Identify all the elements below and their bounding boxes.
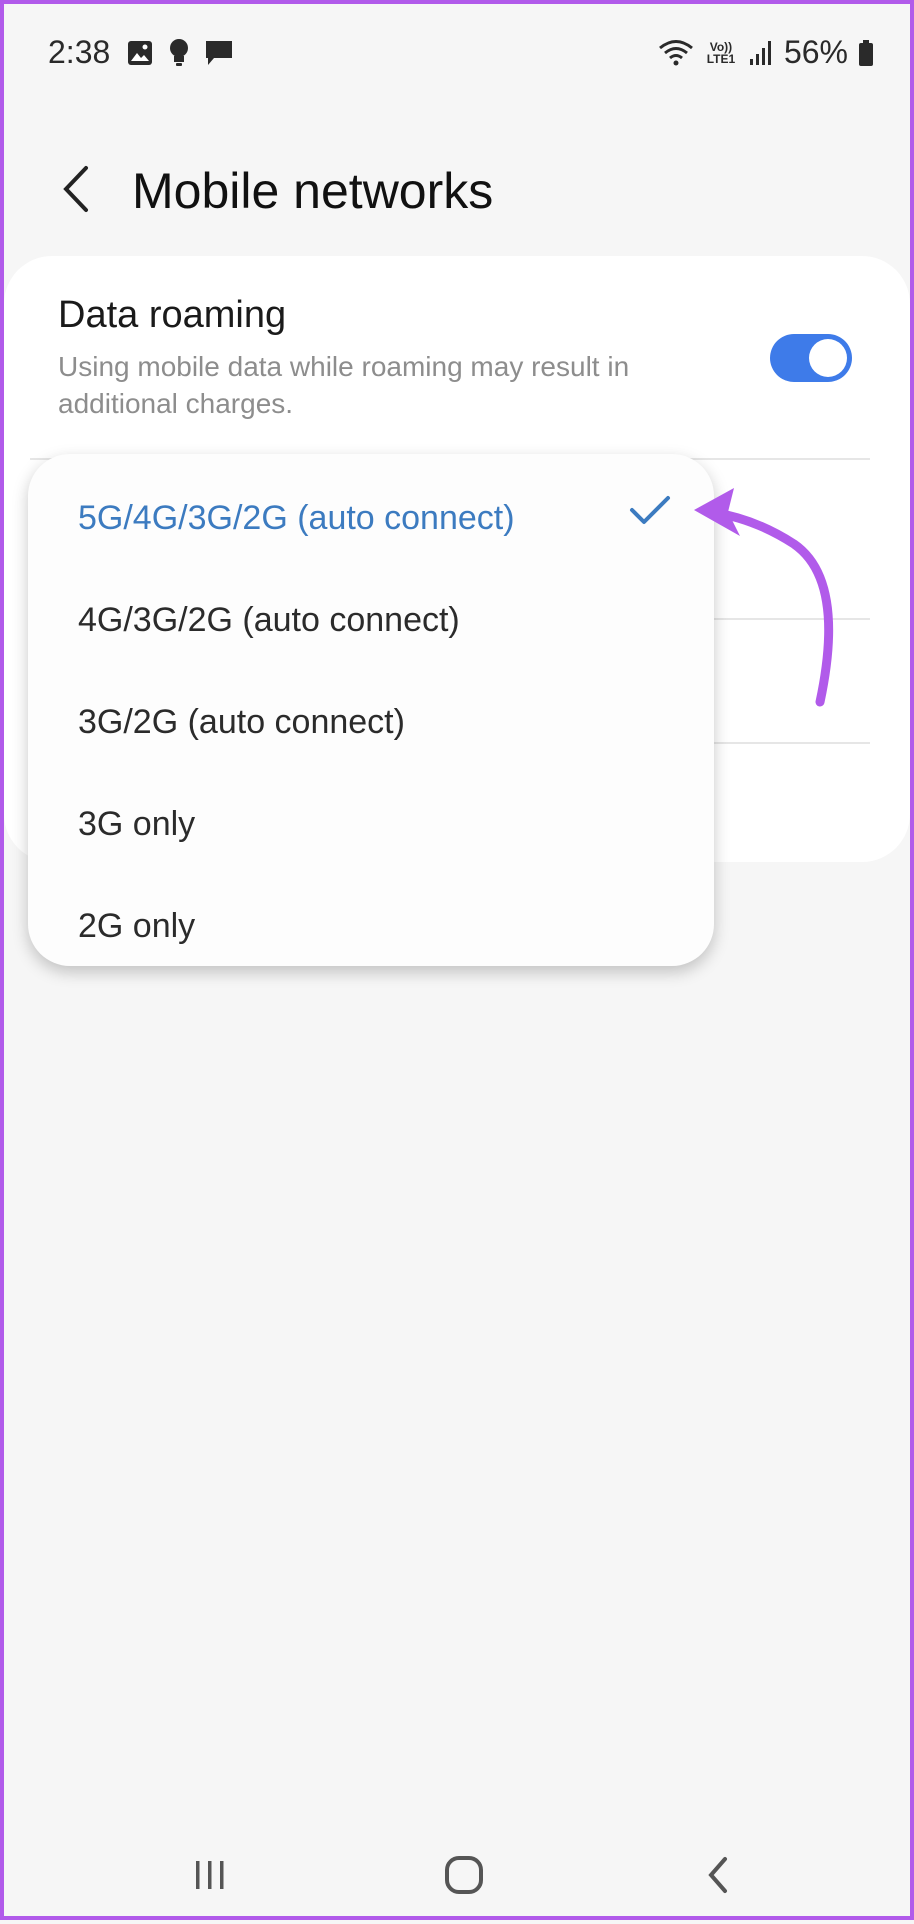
recent-apps-icon [196,1861,224,1889]
status-bar: 2:38 Vo)) LTE1 56% [4,4,910,104]
home-icon [445,1856,483,1894]
data-roaming-description: Using mobile data while roaming may resu… [58,351,630,419]
home-button[interactable] [434,1850,494,1900]
toggle-knob [809,339,847,377]
checkmark-icon [630,496,670,524]
page-title: Mobile networks [132,163,494,219]
battery-percentage: 56% [783,34,848,70]
notification-icons [126,38,234,68]
option-label: 4G/3G/2G (auto connect) [78,600,460,639]
network-mode-option[interactable]: 2G only [78,896,678,956]
lightbulb-icon [170,39,188,66]
navigation-bar [4,1824,910,1924]
option-label: 2G only [78,906,196,945]
back-arrow-icon[interactable] [54,164,98,214]
back-button[interactable] [688,1850,748,1900]
data-roaming-toggle[interactable] [770,334,852,382]
network-mode-option[interactable]: 3G/2G (auto connect) [78,692,678,752]
signal-icon [749,40,771,65]
back-icon [708,1857,727,1893]
network-mode-option[interactable]: 5G/4G/3G/2G (auto connect) [78,488,678,548]
recent-apps-button[interactable] [180,1850,240,1900]
network-mode-dropdown: 5G/4G/3G/2G (auto connect) 4G/3G/2G (aut… [28,454,714,966]
app-header: Mobile networks [4,144,910,234]
option-label: 5G/4G/3G/2G (auto connect) [78,498,515,537]
battery-icon [859,39,873,66]
volte-indicator: Vo)) LTE1 [706,39,736,66]
data-roaming-title: Data roaming [58,294,287,336]
gallery-icon [128,41,152,65]
divider [714,742,870,744]
system-icons: Vo)) LTE1 56% [658,34,874,71]
option-label: 3G/2G (auto connect) [78,702,405,741]
message-icon [206,41,232,65]
option-label: 3G only [78,804,196,843]
wifi-icon [659,39,693,65]
annotation-arrow-icon [694,488,834,707]
status-time: 2:38 [48,34,111,70]
network-mode-option[interactable]: 3G only [78,794,678,854]
network-mode-option[interactable]: 4G/3G/2G (auto connect) [78,590,678,650]
